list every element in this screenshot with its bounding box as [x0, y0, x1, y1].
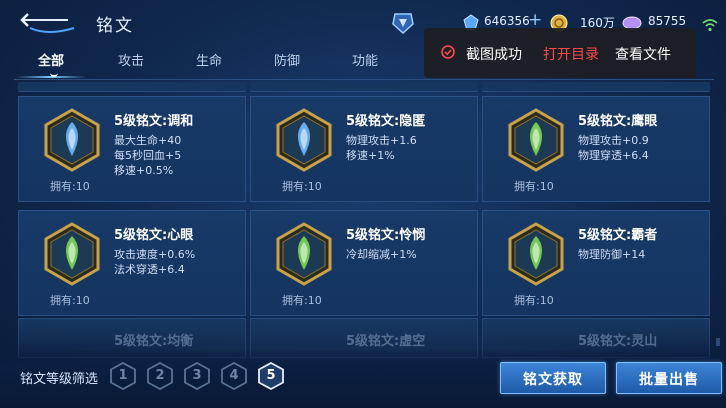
inscription-name: 5级铭文:霸者: [578, 228, 658, 243]
inscription-stat: 物理穿透+6.4: [578, 149, 649, 162]
inscription-stat: 法术穿透+6.4: [114, 263, 185, 276]
inscription-card[interactable]: 5级铭文:隐匿 物理攻击+1.6 移速+1% 拥有:10: [250, 96, 478, 202]
tab-all[interactable]: 全部: [38, 50, 64, 69]
mercy-emblem-icon: [276, 222, 332, 286]
level-number: 2: [155, 368, 165, 383]
tab-health[interactable]: 生命: [196, 50, 222, 69]
inscription-name: 5级铭文:虚空: [346, 334, 426, 349]
owned-count: 拥有:10: [282, 180, 322, 193]
owned-count: 拥有:10: [50, 180, 90, 193]
inscription-stat: 攻击速度+0.6%: [114, 248, 196, 261]
inscription-name: 5级铭文:鹰眼: [578, 114, 658, 129]
inscription-stat: 移速+0.5%: [114, 164, 174, 177]
level-number: 3: [192, 368, 202, 383]
card-row-top-strip: [18, 82, 246, 92]
back-arrow-icon[interactable]: [18, 6, 78, 36]
stealth-emblem-icon: [276, 108, 332, 172]
diamond-count: 646356: [484, 14, 530, 28]
inscription-card[interactable]: 5级铭文:调和 最大生命+40 每5秒回血+5 移速+0.5% 拥有:10: [18, 96, 246, 202]
bottom-bar: 铭文等级筛选 1 2 3 4 5 铭文获取 批量出售: [0, 350, 726, 408]
owned-count: 拥有:10: [50, 294, 90, 307]
inscription-stat: 物理防御+14: [578, 248, 646, 261]
inscription-stat: 移速+1%: [346, 149, 395, 162]
owned-count: 拥有:10: [282, 294, 322, 307]
add-diamond-button[interactable]: +: [528, 10, 542, 30]
screenshot-toast: 截图成功 打开目录 查看文件: [424, 28, 696, 78]
level-filter-1[interactable]: 1: [110, 361, 136, 391]
inscription-stat: 物理攻击+1.6: [346, 134, 417, 147]
inscription-screen: 铭文 646356 + 160万 85755 全部 攻击 生命 防御 功能 5级…: [0, 0, 726, 408]
inscription-card[interactable]: 5级铭文:鹰眼 物理攻击+0.9 物理穿透+6.4 拥有:10: [482, 96, 710, 202]
inscription-card[interactable]: 5级铭文:心眼 攻击速度+0.6% 法术穿透+6.4 拥有:10: [18, 210, 246, 316]
level-filter-2[interactable]: 2: [147, 361, 173, 391]
owned-count: 拥有:10: [514, 180, 554, 193]
toast-message: 截图成功: [466, 47, 522, 63]
check-circle-icon: [441, 45, 455, 59]
bulk-sell-button[interactable]: 批量出售: [616, 362, 722, 394]
bulk-sell-label: 批量出售: [639, 372, 699, 388]
obtain-inscription-button[interactable]: 铭文获取: [500, 362, 606, 394]
inscription-name: 5级铭文:心眼: [114, 228, 194, 243]
inscription-stat: 最大生命+40: [114, 134, 182, 147]
rank-badge-icon[interactable]: [392, 12, 414, 34]
wifi-icon: [702, 19, 718, 32]
inscription-name: 5级铭文:调和: [114, 114, 194, 129]
hawkeye-emblem-icon: [508, 108, 564, 172]
level-number: 4: [229, 368, 239, 383]
scroll-indicator[interactable]: [716, 338, 720, 346]
inscription-stat: 物理攻击+0.9: [578, 134, 649, 147]
level-filter-5[interactable]: 5: [258, 361, 284, 391]
level-filter-3[interactable]: 3: [184, 361, 210, 391]
inscription-name: 5级铭文:怜悯: [346, 228, 426, 243]
inscription-card[interactable]: 5级铭文:霸者 物理防御+14 拥有:10: [482, 210, 710, 316]
view-file-link[interactable]: 查看文件: [615, 44, 671, 64]
overlord-emblem-icon: [508, 222, 564, 286]
inscription-stat: 每5秒回血+5: [114, 149, 182, 162]
purple-gem-count: 85755: [648, 14, 687, 28]
level-filter-4[interactable]: 4: [221, 361, 247, 391]
tab-function[interactable]: 功能: [352, 50, 378, 69]
inscription-name: 5级铭文:灵山: [578, 334, 658, 349]
card-row-top-strip: [482, 82, 710, 92]
inscription-stat: 冷却缩减+1%: [346, 248, 417, 261]
category-tabs: 全部 攻击 生命 防御 功能: [0, 46, 420, 78]
inscription-card[interactable]: 5级铭文:怜悯 冷却缩减+1% 拥有:10: [250, 210, 478, 316]
page-title: 铭文: [96, 16, 134, 36]
inscription-name: 5级铭文:均衡: [114, 334, 194, 349]
mind-eye-emblem-icon: [44, 222, 100, 286]
tab-defense[interactable]: 防御: [274, 50, 300, 69]
level-number: 1: [118, 368, 128, 383]
tab-attack[interactable]: 攻击: [118, 50, 144, 69]
inscription-name: 5级铭文:隐匿: [346, 114, 426, 129]
owned-count: 拥有:10: [514, 294, 554, 307]
level-number: 5: [266, 368, 276, 383]
obtain-inscription-label: 铭文获取: [523, 372, 583, 388]
card-row-top-strip: [250, 82, 478, 92]
open-folder-link[interactable]: 打开目录: [543, 44, 599, 64]
level-filter-label: 铭文等级筛选: [20, 372, 99, 387]
tab-divider: [14, 79, 714, 80]
harmony-emblem-icon: [44, 108, 100, 172]
